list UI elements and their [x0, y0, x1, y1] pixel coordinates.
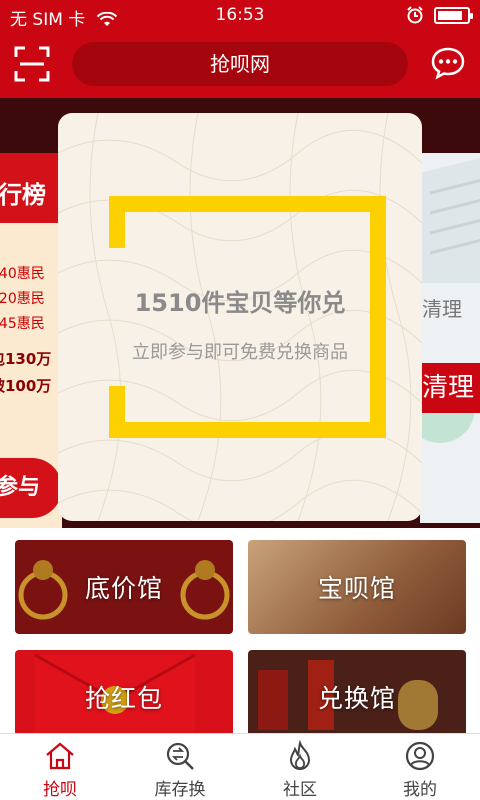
tab-label: 社区 — [283, 780, 317, 800]
battery-icon — [434, 6, 473, 24]
bottom-tab-bar: 抢呗 库存换 社区 我的 — [0, 733, 480, 800]
tile-label: 抢红包 — [84, 684, 163, 713]
status-icons — [406, 6, 473, 24]
fire-icon — [289, 740, 311, 770]
app-header: 抢呗网 — [0, 32, 480, 98]
home-icon — [46, 742, 74, 770]
left-card-header: 行榜 — [0, 153, 62, 223]
promo-title: 1510件宝贝等你兑 — [134, 289, 346, 317]
left-card-line: 被100万 — [0, 377, 52, 395]
tab-label: 抢呗 — [43, 780, 77, 800]
left-card-title: 行榜 — [0, 181, 46, 209]
right-card-button[interactable]: 清理 — [420, 363, 480, 413]
category-grid: 底价馆 宝呗馆 抢红包 兑换馆 — [0, 528, 480, 744]
user-icon — [405, 741, 435, 771]
tile-treasure-hall[interactable]: 宝呗馆 — [248, 540, 466, 634]
banner-main-card[interactable]: 1510件宝贝等你兑 立即参与即可免费兑换商品 — [58, 113, 422, 521]
tile-bottom-price-hall[interactable]: 底价馆 — [15, 540, 233, 634]
status-bar: 无 SIM 卡 16:53 — [0, 0, 480, 32]
header-title[interactable]: 抢呗网 — [72, 42, 408, 86]
banner-right-card[interactable]: 清理 清理 — [405, 153, 480, 523]
tile-label: 宝呗馆 — [317, 574, 396, 603]
tile-exchange-hall[interactable]: 兑换馆 — [248, 650, 466, 744]
tile-label: 底价馆 — [84, 574, 163, 603]
tab-label: 我的 — [403, 780, 437, 800]
message-icon[interactable] — [430, 45, 466, 81]
left-card-join-button[interactable]: 参与 — [0, 458, 62, 518]
banner-left-card[interactable]: 行榜 640惠民 120惠民 045惠民 包130万 被100万 参与 — [0, 153, 62, 528]
promo-subtitle: 立即参与即可免费兑换商品 — [132, 342, 348, 363]
tab-label: 库存换 — [154, 780, 206, 800]
banner-carousel[interactable]: 行榜 640惠民 120惠民 045惠民 包130万 被100万 参与 清理 清… — [0, 98, 480, 528]
left-card-line: 120惠民 — [0, 291, 45, 307]
tile-red-envelope[interactable]: 抢红包 — [15, 650, 233, 744]
exchange-icon — [166, 742, 194, 770]
tab-stock-exchange[interactable]: 库存换 — [120, 734, 240, 800]
scan-icon[interactable] — [14, 46, 50, 82]
building-image — [420, 158, 480, 283]
left-card-line: 045惠民 — [0, 316, 45, 332]
tab-community[interactable]: 社区 — [240, 734, 360, 800]
left-card-line: 640惠民 — [0, 266, 45, 282]
tab-profile[interactable]: 我的 — [360, 734, 480, 800]
alarm-icon — [407, 6, 423, 24]
tile-label: 兑换馆 — [317, 684, 396, 713]
right-card-text: 清理 — [422, 297, 462, 321]
left-card-line: 包130万 — [0, 350, 52, 368]
tab-home[interactable]: 抢呗 — [0, 734, 120, 800]
